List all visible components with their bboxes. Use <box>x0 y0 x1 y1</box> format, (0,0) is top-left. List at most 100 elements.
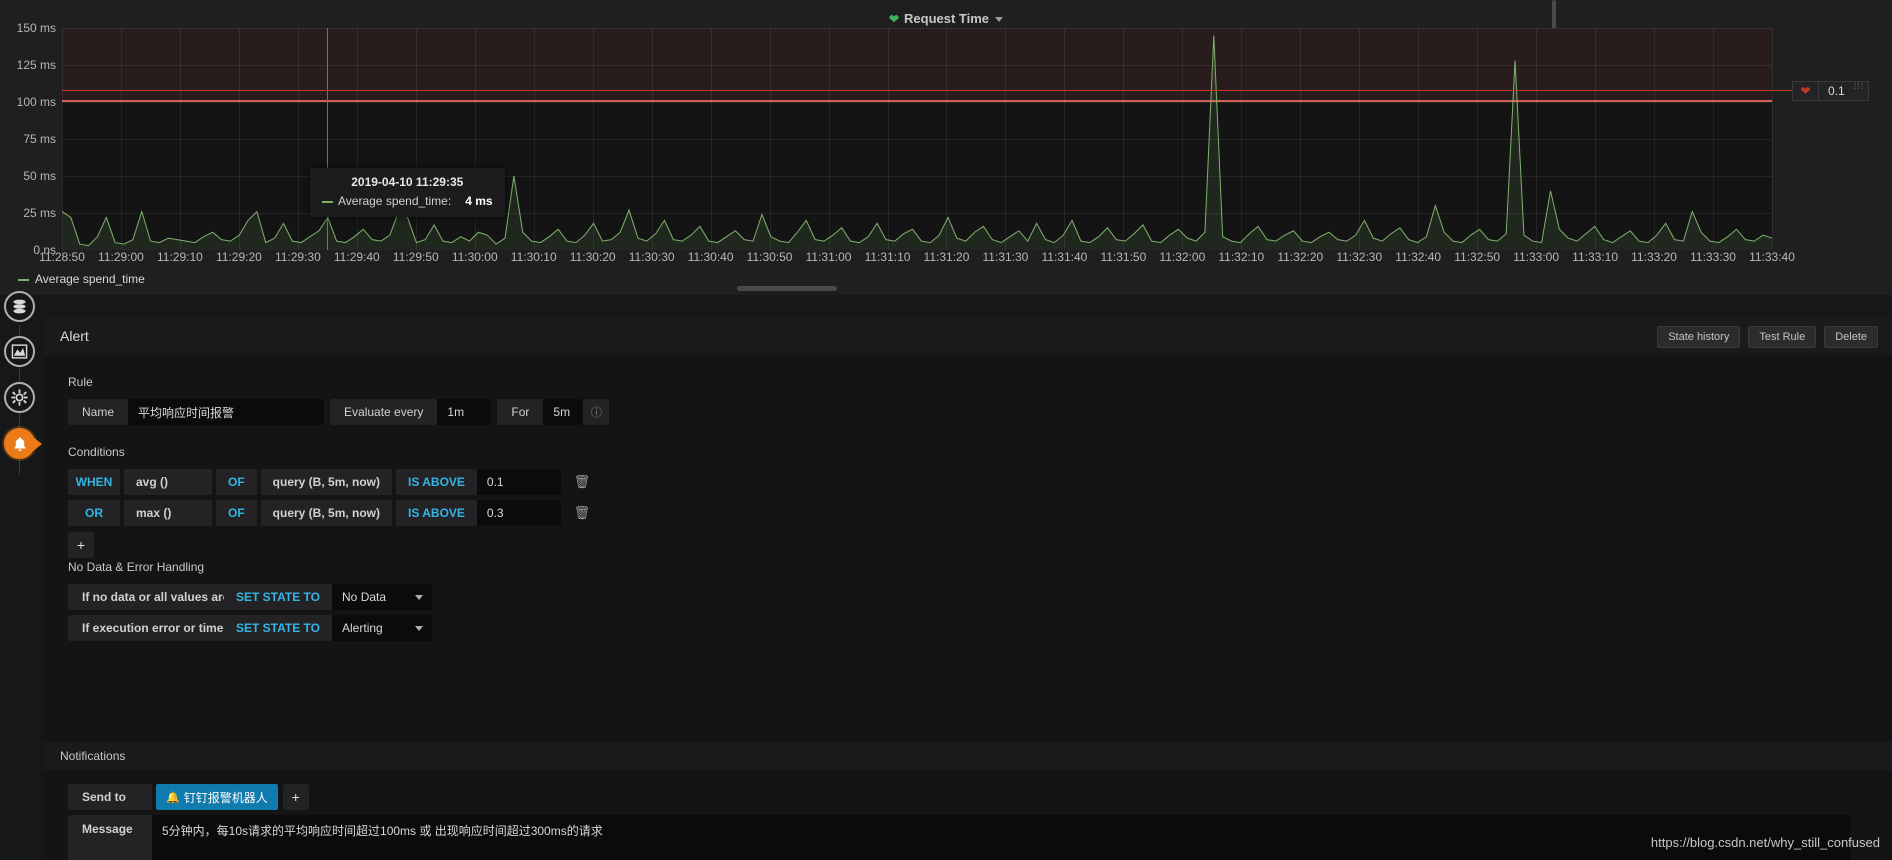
x-axis-tick: 11:32:20 <box>1277 250 1324 264</box>
grid-line-vertical <box>1477 28 1479 250</box>
nodata-label: If no data or all values are null <box>68 584 254 610</box>
evaluate-every-input[interactable] <box>437 399 492 425</box>
condition-evaluator[interactable]: IS ABOVE <box>396 500 477 526</box>
chevron-down-icon[interactable] <box>995 17 1004 23</box>
threshold-line <box>62 90 1792 91</box>
test-rule-button[interactable]: Test Rule <box>1748 326 1817 348</box>
grid-line-horizontal <box>62 28 1772 29</box>
condition-threshold-input[interactable] <box>476 500 561 526</box>
rule-name-input[interactable] <box>128 399 325 425</box>
x-axis-tick: 11:32:50 <box>1454 250 1501 264</box>
threshold-value[interactable]: 0.1 <box>1819 84 1854 98</box>
error-label: If execution error or timeout <box>68 615 242 641</box>
for-label: For <box>497 399 544 425</box>
drag-handle-icon[interactable]: ⁞⁞⁞ <box>1854 82 1868 100</box>
x-axis-tick: 11:29:10 <box>157 250 203 264</box>
notification-target-tag[interactable]: 🔔 钉钉报警机器人 <box>156 784 278 810</box>
x-axis-tick: 11:31:50 <box>1100 250 1147 264</box>
x-axis: 11:28:50 11:29:00 11:29:10 11:29:20 11:29:30… <box>39 250 1795 268</box>
rule-row: Name Evaluate every For ⓘ <box>68 399 610 425</box>
condition-threshold-input[interactable] <box>476 469 561 495</box>
condition-row: OR max () OF query (B, 5m, now) IS ABOVE… <box>68 500 597 526</box>
sidebar-item-general[interactable] <box>4 382 35 413</box>
legend-color-swatch <box>18 278 29 281</box>
threshold-handle[interactable]: ❤ 0.1 ⁞⁞⁞ <box>1792 81 1869 101</box>
nodata-section: No Data & Error Handling If no data or a… <box>68 560 433 646</box>
grid-line-vertical <box>1182 28 1184 250</box>
x-axis-tick: 11:29:30 <box>274 250 321 264</box>
x-axis-tick: 11:30:50 <box>746 250 793 264</box>
grid-line-vertical <box>828 28 830 250</box>
sidebar-item-datasource[interactable] <box>4 291 35 322</box>
grid-line-horizontal <box>62 139 1772 140</box>
trash-icon[interactable]: 🗑 <box>567 500 597 526</box>
notifications-header: Notifications <box>44 742 1892 770</box>
x-axis-tick: 11:31:00 <box>805 250 852 264</box>
y-axis-tick: 75 ms <box>23 132 56 146</box>
error-state-value: Alerting <box>342 621 383 635</box>
condition-evaluator[interactable]: IS ABOVE <box>396 469 477 495</box>
add-notification-button[interactable]: + <box>282 784 309 810</box>
evaluate-every-label: Evaluate every <box>330 399 438 425</box>
grid-line-vertical <box>238 28 240 250</box>
grid-line-vertical <box>179 28 181 250</box>
condition-query[interactable]: query (B, 5m, now) <box>260 500 393 526</box>
x-axis-tick: 11:30:10 <box>510 250 557 264</box>
grid-line-vertical <box>946 28 948 250</box>
message-row: Message 5分钟内，每10s请求的平均响应时间超过100ms 或 出现响应… <box>68 815 1850 860</box>
grid-line-vertical <box>62 28 63 250</box>
x-axis-tick: 11:33:10 <box>1572 250 1619 264</box>
grid-line-vertical <box>1123 28 1125 250</box>
panel-edit-sidebar <box>0 291 42 860</box>
grid-line-vertical <box>1772 28 1773 250</box>
x-axis-tick: 11:33:20 <box>1631 250 1677 264</box>
alert-header-title: Alert <box>60 328 89 344</box>
panel-header[interactable]: ❤ Request Time <box>0 11 1892 26</box>
notification-target-label: 钉钉报警机器人 <box>183 790 268 805</box>
y-axis-tick: 100 ms <box>16 95 56 109</box>
condition-of-label: OF <box>216 500 257 526</box>
grid-line-vertical <box>297 28 299 250</box>
info-icon[interactable]: ⓘ <box>583 399 610 425</box>
grid-line-vertical <box>1418 28 1420 250</box>
error-state-select[interactable]: Alerting <box>332 615 433 641</box>
condition-reducer[interactable]: max () <box>124 500 212 526</box>
condition-row: WHEN avg () OF query (B, 5m, now) IS ABO… <box>68 469 597 495</box>
y-axis-tick: 125 ms <box>16 58 56 72</box>
visualization-icon <box>11 344 28 359</box>
gear-icon <box>11 389 28 406</box>
x-axis-tick: 11:33:30 <box>1690 250 1736 264</box>
x-axis-tick: 11:30:30 <box>628 250 675 264</box>
for-input[interactable] <box>543 399 584 425</box>
grid-line-vertical <box>651 28 653 250</box>
alert-header-actions: State history Test Rule Delete <box>1657 326 1878 348</box>
nodata-set-state-label: SET STATE TO <box>224 584 333 610</box>
x-axis-tick: 11:31:10 <box>864 250 911 264</box>
x-axis-tick: 11:28:50 <box>39 250 85 264</box>
datasource-icon <box>13 299 26 314</box>
nodata-state-select[interactable]: No Data <box>332 584 433 610</box>
message-label: Message <box>68 815 152 860</box>
delete-button[interactable]: Delete <box>1824 326 1878 348</box>
message-textarea[interactable]: 5分钟内，每10s请求的平均响应时间超过100ms 或 出现响应时间超过300m… <box>152 815 1850 860</box>
heart-icon: ❤ <box>888 12 900 26</box>
x-axis-tick: 11:29:40 <box>333 250 380 264</box>
condition-operator[interactable]: OR <box>68 500 120 526</box>
horizontal-scrollbar[interactable] <box>737 286 837 291</box>
condition-operator[interactable]: WHEN <box>68 469 120 495</box>
sidebar-item-visualization[interactable] <box>4 336 35 367</box>
add-condition-button[interactable]: + <box>68 532 94 558</box>
sidebar-item-alert[interactable] <box>4 428 42 459</box>
grid-line-vertical <box>710 28 712 250</box>
condition-query[interactable]: query (B, 5m, now) <box>260 469 393 495</box>
state-history-button[interactable]: State history <box>1657 326 1741 348</box>
x-axis-tick: 11:31:30 <box>982 250 1029 264</box>
rule-section: Rule Name Evaluate every For ⓘ <box>68 375 610 430</box>
condition-reducer[interactable]: avg () <box>124 469 212 495</box>
grid-line-vertical <box>1005 28 1007 250</box>
trash-icon[interactable]: 🗑 <box>567 469 597 495</box>
nodata-section-title: No Data & Error Handling <box>68 560 205 574</box>
y-axis-tick: 50 ms <box>23 169 56 183</box>
legend[interactable]: Average spend_time <box>18 272 145 286</box>
grid-line-horizontal <box>62 65 1772 66</box>
